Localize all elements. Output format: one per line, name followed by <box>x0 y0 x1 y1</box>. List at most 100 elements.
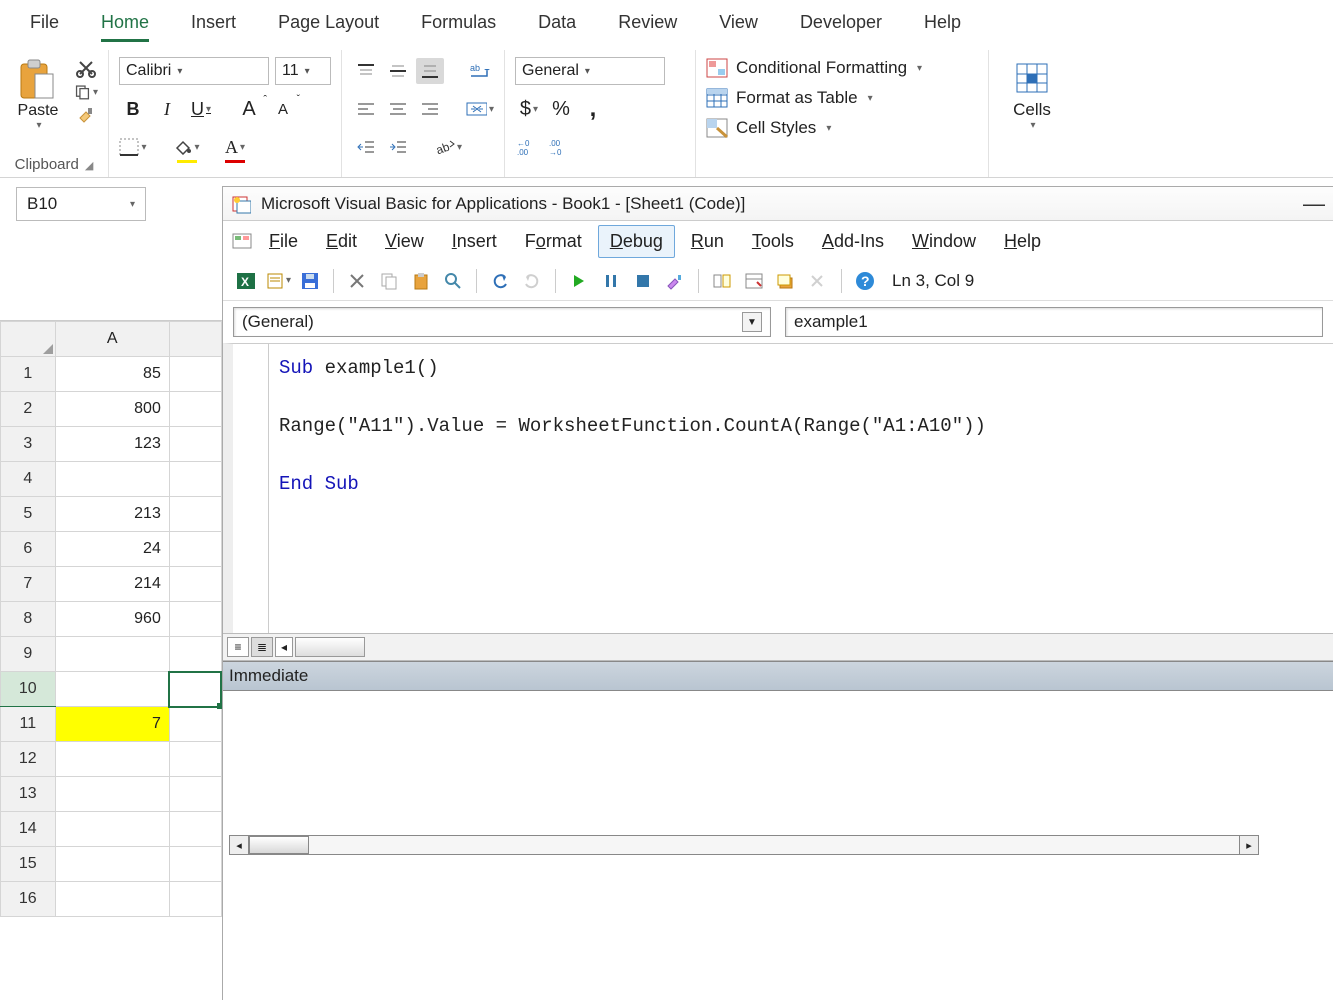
cell-b12[interactable] <box>169 742 221 777</box>
tab-pagelayout[interactable]: Page Layout <box>260 4 397 41</box>
row-header-4[interactable]: 4 <box>1 462 56 497</box>
conditional-formatting-button[interactable]: Conditional Formatting▾ <box>706 56 978 80</box>
wrap-text-button[interactable]: ab <box>466 58 494 84</box>
tab-formulas[interactable]: Formulas <box>403 4 514 41</box>
cell-b5[interactable] <box>169 497 221 532</box>
cell-b2[interactable] <box>169 392 221 427</box>
vbe-menu-addins[interactable]: Add-Ins <box>810 225 896 258</box>
tab-file[interactable]: File <box>12 4 77 41</box>
tb-insert-module-button[interactable]: ▾ <box>265 268 291 294</box>
borders-button[interactable]: ▾ <box>119 134 147 160</box>
tab-home[interactable]: Home <box>83 4 167 41</box>
cells-dropdown[interactable]: ▾ <box>1030 120 1035 131</box>
cell-b1[interactable] <box>169 357 221 392</box>
vbe-titlebar[interactable]: Microsoft Visual Basic for Applications … <box>223 187 1333 221</box>
col-header-b[interactable] <box>169 322 221 357</box>
vbe-procedure-selector[interactable]: example1 <box>785 307 1323 337</box>
decrease-decimal-button[interactable]: .00→0 <box>547 134 575 160</box>
comma-button[interactable]: , <box>579 96 607 122</box>
cells-label[interactable]: Cells <box>1013 100 1051 120</box>
row-header-9[interactable]: 9 <box>1 637 56 672</box>
row-header-7[interactable]: 7 <box>1 567 56 602</box>
cell-a3[interactable]: 123 <box>55 427 169 462</box>
cell-a11[interactable]: 7 <box>55 707 169 742</box>
immediate-scroll-thumb[interactable] <box>249 836 309 854</box>
immediate-window[interactable]: ◂ ▸ <box>223 691 1333 861</box>
row-header-16[interactable]: 16 <box>1 882 56 917</box>
cell-a10[interactable] <box>55 672 169 707</box>
orientation-button[interactable]: ab▾ <box>434 134 462 160</box>
cell-a13[interactable] <box>55 777 169 812</box>
merge-center-button[interactable]: ▾ <box>466 96 494 122</box>
align-left-button[interactable] <box>352 96 380 122</box>
tb-find-button[interactable] <box>440 268 466 294</box>
cell-b9[interactable] <box>169 637 221 672</box>
shrink-font-button[interactable]: Aˇ <box>269 96 297 122</box>
worksheet-grid[interactable]: A 185 2800 3123 4 5213 624 7214 8960 9 1… <box>0 320 222 1000</box>
vbe-hscroll-thumb[interactable] <box>295 637 365 657</box>
currency-button[interactable]: $▾ <box>515 96 543 122</box>
tb-save-button[interactable] <box>297 268 323 294</box>
vbe-minimize-button[interactable]: — <box>1303 191 1325 217</box>
tb-design-button[interactable] <box>662 268 688 294</box>
underline-button[interactable]: U▾ <box>187 96 215 122</box>
vbe-menu-insert[interactable]: Insert <box>440 225 509 258</box>
row-header-10[interactable]: 10 <box>1 672 56 707</box>
tb-break-button[interactable] <box>598 268 624 294</box>
align-middle-button[interactable] <box>384 58 412 84</box>
tab-insert[interactable]: Insert <box>173 4 254 41</box>
tb-paste-button[interactable] <box>408 268 434 294</box>
decrease-indent-button[interactable] <box>352 134 380 160</box>
fill-color-button[interactable]: ▾ <box>173 134 201 160</box>
row-header-13[interactable]: 13 <box>1 777 56 812</box>
align-bottom-button[interactable] <box>416 58 444 84</box>
row-header-6[interactable]: 6 <box>1 532 56 567</box>
font-color-button[interactable]: A▾ <box>221 134 249 160</box>
paste-dropdown[interactable]: ▾ <box>36 120 41 131</box>
cell-b10[interactable] <box>169 672 221 707</box>
cell-a2[interactable]: 800 <box>55 392 169 427</box>
cell-a5[interactable]: 213 <box>55 497 169 532</box>
vbe-menu-debug[interactable]: Debug <box>598 225 675 258</box>
cell-b3[interactable] <box>169 427 221 462</box>
tb-object-browser-button[interactable] <box>773 268 799 294</box>
immediate-scroll-track[interactable] <box>249 835 1239 855</box>
tb-cut-button[interactable] <box>344 268 370 294</box>
cell-a15[interactable] <box>55 847 169 882</box>
tab-review[interactable]: Review <box>600 4 695 41</box>
cell-b13[interactable] <box>169 777 221 812</box>
vbe-menu-format[interactable]: Format <box>513 225 594 258</box>
grow-font-button[interactable]: Aˆ <box>235 96 263 122</box>
cell-b4[interactable] <box>169 462 221 497</box>
tb-help-button[interactable]: ? <box>852 268 878 294</box>
cell-b11[interactable] <box>169 707 221 742</box>
cell-a14[interactable] <box>55 812 169 847</box>
row-header-3[interactable]: 3 <box>1 427 56 462</box>
format-painter-button[interactable] <box>74 106 98 126</box>
clipboard-launcher[interactable]: ◢ <box>85 160 93 172</box>
immediate-scroll-left[interactable]: ◂ <box>229 835 249 855</box>
vbe-code-text[interactable]: Sub example1() Range("A11").Value = Work… <box>233 344 1333 509</box>
tb-toolbox-button[interactable] <box>805 268 831 294</box>
align-center-button[interactable] <box>384 96 412 122</box>
vbe-menu-help[interactable]: Help <box>992 225 1053 258</box>
vbe-menu-window[interactable]: Window <box>900 225 988 258</box>
cell-a6[interactable]: 24 <box>55 532 169 567</box>
cell-b14[interactable] <box>169 812 221 847</box>
row-header-11[interactable]: 11 <box>1 707 56 742</box>
row-header-2[interactable]: 2 <box>1 392 56 427</box>
tb-properties-button[interactable] <box>741 268 767 294</box>
cell-a7[interactable]: 214 <box>55 567 169 602</box>
font-name-combo[interactable]: Calibri▾ <box>119 57 269 85</box>
tab-view[interactable]: View <box>701 4 776 41</box>
vbe-full-view-button[interactable]: ≣ <box>251 637 273 657</box>
tb-reset-button[interactable] <box>630 268 656 294</box>
select-all-corner[interactable] <box>1 322 56 357</box>
percent-button[interactable]: % <box>547 96 575 122</box>
cell-b6[interactable] <box>169 532 221 567</box>
vbe-proc-view-button[interactable]: ≡ <box>227 637 249 657</box>
align-top-button[interactable] <box>352 58 380 84</box>
paste-label[interactable]: Paste <box>18 102 59 120</box>
format-as-table-button[interactable]: Format as Table▾ <box>706 86 978 110</box>
cell-a4[interactable] <box>55 462 169 497</box>
